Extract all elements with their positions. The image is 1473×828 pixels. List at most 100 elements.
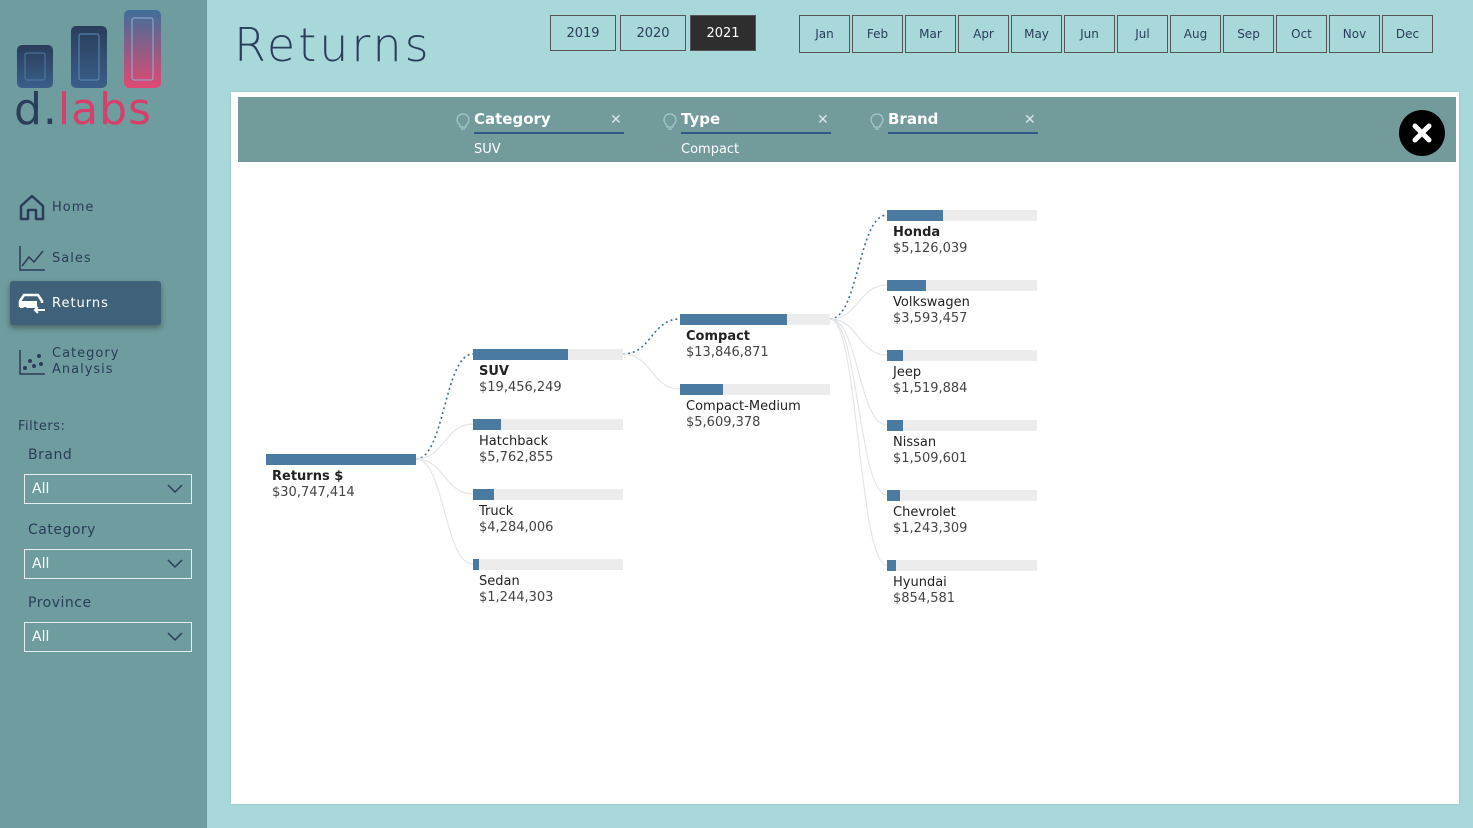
selected-connector <box>415 353 474 460</box>
province-filter-label: Province <box>28 595 92 611</box>
month-may-button[interactable]: May <box>1011 15 1062 53</box>
brand-filter-select[interactable]: All <box>24 474 192 504</box>
node-label: Sedan <box>479 574 520 589</box>
nav-category-analysis[interactable]: Category Analysis <box>10 340 161 384</box>
node-value: $5,609,378 <box>686 415 761 430</box>
node-value: $4,284,006 <box>479 520 554 535</box>
line-chart-icon <box>16 242 48 274</box>
bar-fill <box>680 384 723 395</box>
bar-fill <box>887 210 943 221</box>
nav-returns[interactable]: Returns <box>10 281 161 325</box>
node-value: $13,846,871 <box>686 345 769 360</box>
year-2021-button[interactable]: 2021 <box>690 15 756 51</box>
month-oct-button[interactable]: Oct <box>1276 15 1327 53</box>
month-aug-button[interactable]: Aug <box>1170 15 1221 53</box>
month-nov-button[interactable]: Nov <box>1329 15 1380 53</box>
category-filter-label: Category <box>28 522 96 538</box>
chevron-down-icon <box>167 632 183 642</box>
filters-heading: Filters: <box>18 419 66 434</box>
month-mar-button[interactable]: Mar <box>905 15 956 53</box>
nav-home-label: Home <box>52 199 95 215</box>
bar-track <box>887 420 1037 431</box>
nav-returns-label: Returns <box>52 295 109 311</box>
bar-fill <box>680 314 787 325</box>
nav-home[interactable]: Home <box>10 185 161 229</box>
nav-sales-label: Sales <box>52 250 92 266</box>
node-value: $30,747,414 <box>272 485 355 500</box>
category-filter-select[interactable]: All <box>24 549 192 579</box>
brand-filter-value: All <box>32 481 50 497</box>
year-2019-button[interactable]: 2019 <box>550 15 616 51</box>
bar-fill <box>473 489 494 500</box>
month-jun-button[interactable]: Jun <box>1064 15 1115 53</box>
bar-track <box>680 314 830 325</box>
tree-connectors <box>415 214 888 566</box>
connector <box>415 458 474 565</box>
bar-fill <box>473 349 568 360</box>
scatter-chart-icon <box>16 346 48 378</box>
page-title: Returns <box>234 18 432 72</box>
node-label: Compact <box>686 329 751 344</box>
bar-track <box>887 350 1037 361</box>
bar-fill <box>887 490 900 501</box>
node-value: $854,581 <box>893 591 956 606</box>
year-2020-button[interactable]: 2020 <box>620 15 686 51</box>
decomposition-tree-panel: Category ✕ SUV Type ✕ Compact Brand ✕ Re… <box>231 92 1459 804</box>
node-label: Returns $ <box>272 469 344 484</box>
bar-fill <box>266 454 416 465</box>
bar-fill <box>473 419 501 430</box>
node-label: SUV <box>479 364 509 379</box>
nav-sales[interactable]: Sales <box>10 236 161 280</box>
car-return-icon <box>16 287 48 319</box>
connector <box>415 458 474 495</box>
sidebar: d.labs Home Sales Returns Category Analys… <box>0 0 207 828</box>
connector <box>829 284 888 320</box>
bar-fill <box>473 559 479 570</box>
bar-track <box>887 490 1037 501</box>
bar-fill <box>887 560 896 571</box>
month-jul-button[interactable]: Jul <box>1117 15 1168 53</box>
node-label: Jeep <box>893 365 922 380</box>
node-label: Nissan <box>893 435 937 450</box>
node-value: $1,519,884 <box>893 381 968 396</box>
node-label: Volkswagen <box>893 295 970 310</box>
chevron-down-icon <box>167 484 183 494</box>
node-value: $3,593,457 <box>893 311 968 326</box>
node-label: Compact-Medium <box>686 399 801 414</box>
selected-connector <box>829 214 888 320</box>
month-feb-button[interactable]: Feb <box>852 15 903 53</box>
bar-track <box>473 349 623 360</box>
nav-category-analysis-label: Category Analysis <box>52 346 120 377</box>
bar-track <box>887 280 1037 291</box>
province-filter-select[interactable]: All <box>24 622 192 652</box>
connector <box>829 318 888 566</box>
province-filter-value: All <box>32 629 50 645</box>
selected-connector <box>622 318 681 355</box>
bar-track <box>680 384 830 395</box>
month-jan-button[interactable]: Jan <box>799 15 850 53</box>
node-label: Truck <box>479 504 514 519</box>
node-value: $5,126,039 <box>893 241 968 256</box>
node-value: $1,244,303 <box>479 590 554 605</box>
connector <box>829 318 888 496</box>
node-value: $19,456,249 <box>479 380 562 395</box>
connector <box>622 353 681 390</box>
bar-fill <box>887 350 903 361</box>
chevron-down-icon <box>167 559 183 569</box>
connector <box>415 423 474 460</box>
node-label: Hyundai <box>893 575 947 590</box>
node-value: $1,243,309 <box>893 521 968 536</box>
bar-track <box>473 489 623 500</box>
node-label: Honda <box>893 225 941 240</box>
home-icon <box>16 191 48 223</box>
month-sep-button[interactable]: Sep <box>1223 15 1274 53</box>
node-label: Chevrolet <box>893 505 956 520</box>
month-apr-button[interactable]: Apr <box>958 15 1009 53</box>
node-label: Hatchback <box>479 434 549 449</box>
category-filter-value: All <box>32 556 50 572</box>
logo-wordmark: d.labs <box>14 84 152 135</box>
bar-fill <box>887 420 903 431</box>
bar-track <box>266 454 416 465</box>
month-dec-button[interactable]: Dec <box>1382 15 1433 53</box>
bar-track <box>887 210 1037 221</box>
